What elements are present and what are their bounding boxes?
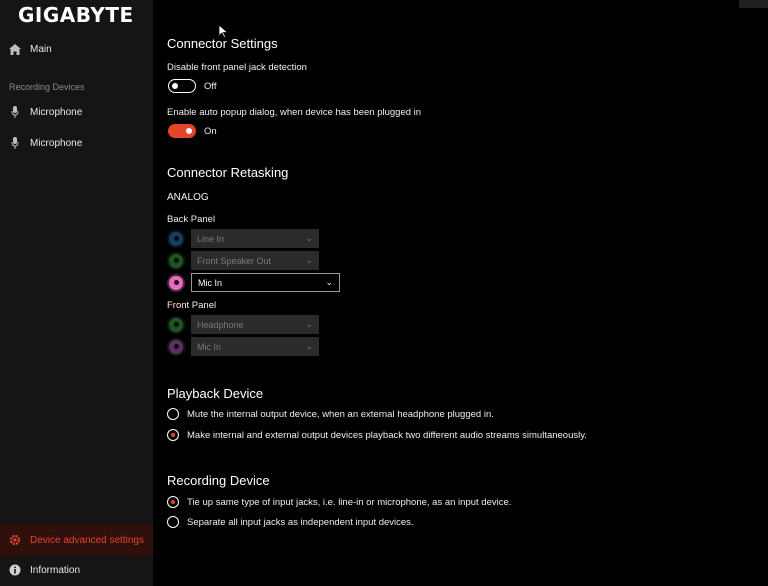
radio-button[interactable] <box>167 516 179 528</box>
connector-retasking-title: Connector Retasking <box>167 165 289 180</box>
select-value: Headphone <box>197 319 244 330</box>
popup-dialog-row: On <box>168 124 217 138</box>
chevron-down-icon: ⌄ <box>325 277 333 287</box>
analog-label: ANALOG <box>167 192 209 203</box>
back-jack-row-3: Mic In ⌄ <box>169 273 340 292</box>
sidebar-item-label: Main <box>30 43 52 55</box>
select-value: Mic In <box>198 277 223 288</box>
chevron-down-icon: ⌄ <box>305 255 313 265</box>
sidebar-item-device-advanced-settings[interactable]: Device advanced settings <box>0 524 153 556</box>
toggle-state-label: Off <box>204 80 217 92</box>
front-jack-row-1: Headphone ⌄ <box>169 315 319 334</box>
playback-option-two-streams[interactable]: Make internal and external output device… <box>167 429 587 441</box>
jack-icon <box>169 317 183 332</box>
main-panel: Connector Settings Disable front panel j… <box>167 0 767 586</box>
select-value: Mic In <box>197 341 222 352</box>
sidebar-item-label: Information <box>30 564 81 576</box>
back-jack-row-2: Front Speaker Out ⌄ <box>169 251 319 270</box>
jack-detection-toggle[interactable] <box>168 79 196 93</box>
select-value: Front Speaker Out <box>197 255 272 266</box>
mouse-cursor-icon <box>218 24 229 43</box>
jack-detection-row: Off <box>168 79 217 93</box>
sidebar-item-information[interactable]: Information <box>0 554 153 586</box>
microphone-icon <box>0 137 30 149</box>
radio-label: Tie up same type of input jacks, i.e. li… <box>187 496 512 508</box>
sidebar-item-label: Device advanced settings <box>30 534 144 546</box>
info-icon <box>0 564 30 576</box>
jack-icon <box>169 275 183 290</box>
jack-detection-label: Disable front panel jack detection <box>167 62 307 73</box>
toggle-state-label: On <box>204 125 217 137</box>
radio-button[interactable] <box>167 496 179 508</box>
jack-icon <box>169 253 183 268</box>
popup-dialog-toggle[interactable] <box>168 124 196 138</box>
front-jack-row-2: Mic In ⌄ <box>169 337 319 356</box>
jack-function-select[interactable]: Headphone ⌄ <box>191 315 319 334</box>
back-panel-label: Back Panel <box>167 214 216 225</box>
jack-function-select[interactable]: Line In ⌄ <box>191 229 319 248</box>
chevron-down-icon: ⌄ <box>305 341 313 351</box>
radio-button[interactable] <box>167 408 179 420</box>
sidebar-item-microphone-2[interactable]: Microphone <box>0 127 153 159</box>
popup-dialog-label: Enable auto popup dialog, when device ha… <box>167 107 422 118</box>
sidebar-item-main[interactable]: Main <box>0 33 153 65</box>
radio-button[interactable] <box>167 429 179 441</box>
recording-option-separate[interactable]: Separate all input jacks as independent … <box>167 516 414 528</box>
sidebar: GIGABYTE Main Recording Devices Micropho… <box>0 0 153 586</box>
front-panel-label: Front Panel <box>167 300 217 311</box>
sidebar-item-microphone-1[interactable]: Microphone <box>0 96 153 128</box>
back-jack-row-1: Line In ⌄ <box>169 229 319 248</box>
sidebar-item-label: Microphone <box>30 106 83 118</box>
playback-device-title: Playback Device <box>167 386 264 401</box>
gear-icon <box>0 534 30 546</box>
jack-function-select[interactable]: Front Speaker Out ⌄ <box>191 251 319 270</box>
sidebar-item-label: Microphone <box>30 137 83 149</box>
gigabyte-logo: GIGABYTE <box>18 3 134 27</box>
jack-icon <box>169 339 183 354</box>
radio-label: Separate all input jacks as independent … <box>187 516 414 528</box>
microphone-icon <box>0 106 30 118</box>
recording-device-title: Recording Device <box>167 473 270 488</box>
jack-function-select[interactable]: Mic In ⌄ <box>191 337 319 356</box>
select-value: Line In <box>197 233 225 244</box>
radio-label: Mute the internal output device, when an… <box>187 408 494 420</box>
chevron-down-icon: ⌄ <box>305 233 313 243</box>
radio-label: Make internal and external output device… <box>187 429 587 441</box>
recording-devices-heading: Recording Devices <box>9 82 85 92</box>
home-icon <box>0 43 30 55</box>
jack-icon <box>169 231 183 246</box>
recording-option-tie[interactable]: Tie up same type of input jacks, i.e. li… <box>167 496 511 508</box>
playback-option-mute[interactable]: Mute the internal output device, when an… <box>167 408 494 420</box>
chevron-down-icon: ⌄ <box>305 319 313 329</box>
jack-function-select[interactable]: Mic In ⌄ <box>191 273 340 292</box>
